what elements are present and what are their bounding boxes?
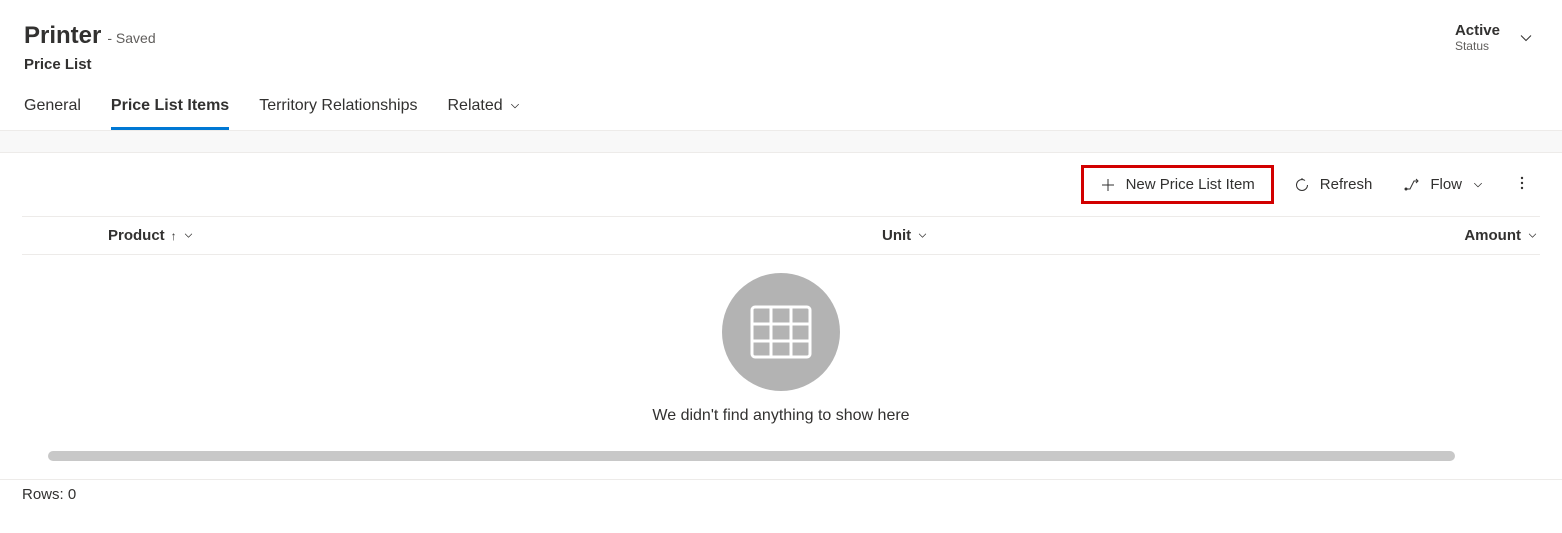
grid-footer: Rows: 0 bbox=[0, 479, 1562, 509]
chevron-down-icon bbox=[183, 230, 194, 241]
tab-label: General bbox=[24, 97, 81, 115]
select-all-column[interactable] bbox=[22, 227, 82, 244]
new-price-list-item-button[interactable]: New Price List Item bbox=[1081, 165, 1274, 204]
column-label: Unit bbox=[882, 227, 911, 244]
column-header-amount[interactable]: Amount bbox=[1332, 227, 1540, 244]
button-label: New Price List Item bbox=[1126, 176, 1255, 193]
entity-type-label: Price List bbox=[24, 56, 156, 73]
record-title: Printer bbox=[24, 22, 101, 50]
plus-icon bbox=[1100, 177, 1116, 193]
tab-label: Territory Relationships bbox=[259, 97, 417, 115]
flow-button[interactable]: Flow bbox=[1392, 168, 1496, 201]
grid-header-row: Product ↑ Unit Amount bbox=[22, 216, 1540, 255]
tab-label: Related bbox=[447, 97, 502, 115]
grid-toolbar: New Price List Item Refresh Flow bbox=[22, 153, 1540, 216]
saved-indicator: - Saved bbox=[107, 30, 155, 46]
tab-related[interactable]: Related bbox=[447, 89, 520, 130]
flow-icon bbox=[1404, 177, 1420, 193]
button-label: Refresh bbox=[1320, 176, 1373, 193]
column-label: Product bbox=[108, 227, 165, 244]
column-header-product[interactable]: Product ↑ bbox=[82, 227, 882, 244]
column-header-unit[interactable]: Unit bbox=[882, 227, 1332, 244]
refresh-button[interactable]: Refresh bbox=[1282, 168, 1385, 201]
row-count: Rows: 0 bbox=[22, 486, 76, 503]
horizontal-scrollbar[interactable] bbox=[48, 451, 1514, 461]
chevron-down-icon bbox=[509, 100, 521, 112]
status-value: Active bbox=[1455, 22, 1500, 39]
more-vertical-icon bbox=[1514, 175, 1530, 191]
empty-state-icon-circle bbox=[722, 273, 840, 391]
grid-icon bbox=[749, 304, 813, 360]
tab-bar: General Price List Items Territory Relat… bbox=[0, 89, 1562, 131]
column-label: Amount bbox=[1464, 227, 1521, 244]
sort-ascending-icon: ↑ bbox=[171, 229, 177, 243]
chevron-down-icon bbox=[1527, 230, 1538, 241]
empty-state-message: We didn't find anything to show here bbox=[652, 407, 909, 425]
status-label: Status bbox=[1455, 39, 1489, 53]
chevron-down-icon[interactable] bbox=[1518, 30, 1534, 46]
tab-territory-relationships[interactable]: Territory Relationships bbox=[259, 89, 417, 130]
tab-price-list-items[interactable]: Price List Items bbox=[111, 89, 229, 130]
button-label: Flow bbox=[1430, 176, 1462, 193]
refresh-icon bbox=[1294, 177, 1310, 193]
status-field[interactable]: Active Status bbox=[1455, 22, 1500, 53]
tab-general[interactable]: General bbox=[24, 89, 81, 130]
empty-state: We didn't find anything to show here bbox=[22, 255, 1540, 447]
tab-label: Price List Items bbox=[111, 97, 229, 115]
chevron-down-icon bbox=[917, 230, 928, 241]
more-commands-button[interactable] bbox=[1504, 167, 1540, 202]
chevron-down-icon bbox=[1472, 179, 1484, 191]
scrollbar-thumb[interactable] bbox=[48, 451, 1455, 461]
spacer-bar bbox=[0, 131, 1562, 153]
